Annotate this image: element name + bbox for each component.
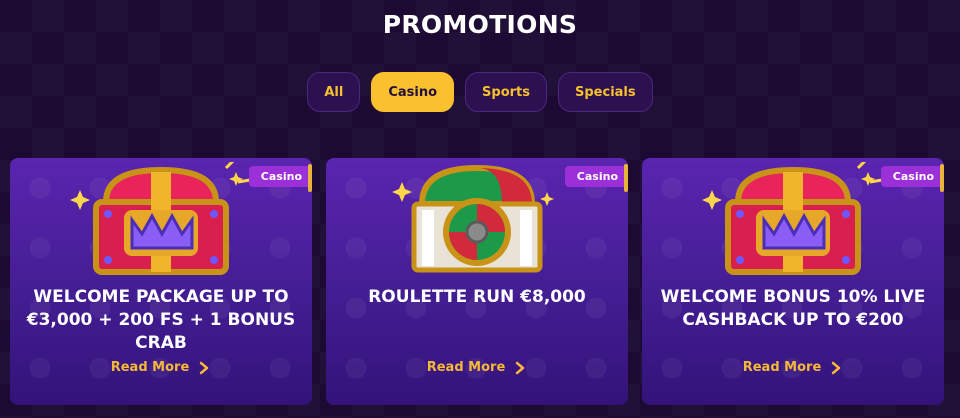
filter-sports-button[interactable]: Sports bbox=[465, 72, 548, 112]
category-badge: Casino bbox=[248, 164, 312, 192]
promotion-card-roulette-run[interactable]: Casino ROULETTE RUN €8,000 Read More bbox=[326, 158, 628, 405]
chevron-right-icon bbox=[200, 361, 209, 374]
category-badge: Casino bbox=[880, 164, 944, 192]
category-badge: Casino bbox=[564, 164, 628, 192]
read-more-label: Read More bbox=[426, 360, 506, 375]
filter-specials-button[interactable]: Specials bbox=[558, 72, 653, 112]
read-more-link[interactable]: Read More bbox=[326, 360, 628, 375]
promotion-cards: Casino WELCOME PACKAGE UP TO €3,000 + 20… bbox=[10, 158, 944, 405]
roulette-chest-icon bbox=[392, 164, 554, 273]
page-title: PROMOTIONS bbox=[382, 10, 578, 39]
promotion-title: WELCOME BONUS 10% LIVE CASHBACK UP TO €2… bbox=[660, 287, 926, 330]
promotion-title: ROULETTE RUN €8,000 bbox=[368, 287, 586, 307]
promotion-card-welcome-package[interactable]: Casino WELCOME PACKAGE UP TO €3,000 + 20… bbox=[10, 158, 312, 405]
filter-casino-button[interactable]: Casino bbox=[371, 72, 455, 112]
read-more-label: Read More bbox=[110, 360, 190, 375]
read-more-link[interactable]: Read More bbox=[642, 360, 944, 375]
chevron-right-icon bbox=[516, 361, 525, 374]
promotion-title: WELCOME PACKAGE UP TO €3,000 + 200 FS + … bbox=[26, 287, 296, 353]
promotion-card-welcome-bonus-cashback[interactable]: Casino WELCOME BONUS 10% LIVE CASHBACK U… bbox=[642, 158, 944, 405]
treasure-chest-crown-icon bbox=[70, 162, 251, 275]
filter-all-button[interactable]: All bbox=[307, 72, 361, 112]
chevron-right-icon bbox=[832, 361, 841, 374]
read-more-link[interactable]: Read More bbox=[10, 360, 312, 375]
promotion-filter-bar: All Casino Sports Specials bbox=[0, 72, 960, 112]
read-more-label: Read More bbox=[742, 360, 822, 375]
treasure-chest-crown-icon bbox=[702, 162, 883, 275]
